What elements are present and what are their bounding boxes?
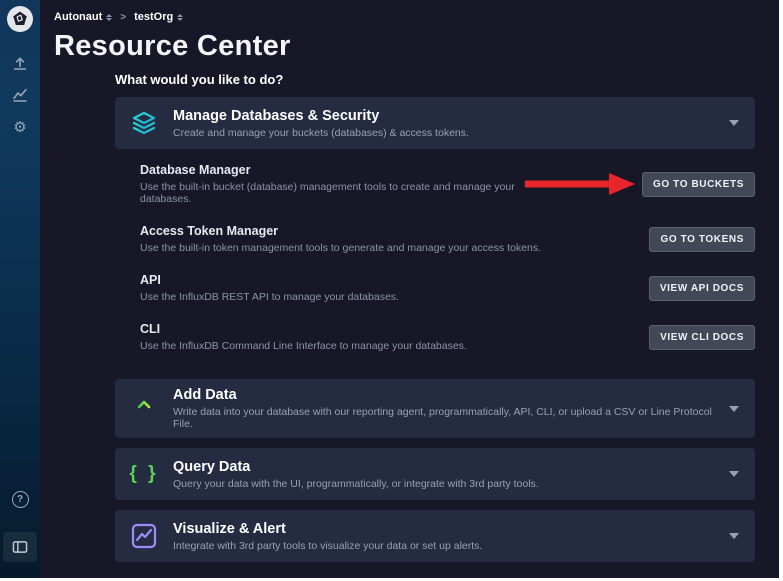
help-icon[interactable]: ?: [0, 486, 40, 512]
panel-titles: Query Data Query your data with the UI, …: [173, 459, 717, 490]
resource-item-title: CLI: [140, 322, 649, 336]
resource-item-texts: Database Manager Use the built-in bucket…: [140, 163, 523, 205]
chevron-down-icon[interactable]: [729, 406, 739, 412]
panel-title: Manage Databases & Security: [173, 108, 717, 124]
panel-title: Query Data: [173, 459, 717, 475]
breadcrumb-separator: >: [120, 12, 126, 23]
panel-add-data: Add Data Write data into your database w…: [115, 379, 755, 438]
panel-query-data: { } Query Data Query your data with the …: [115, 448, 755, 500]
sidebar: ⚙ ?: [0, 0, 40, 578]
panel-titles: Manage Databases & Security Create and m…: [173, 108, 717, 139]
chevron-down-icon[interactable]: [729, 120, 739, 126]
breadcrumb-org-label: Autonaut: [54, 11, 102, 23]
panel-titles: Visualize & Alert Integrate with 3rd par…: [173, 521, 717, 552]
panel-header-manage-databases-security[interactable]: Manage Databases & Security Create and m…: [115, 97, 755, 149]
panel-header-add-data[interactable]: Add Data Write data into your database w…: [115, 379, 755, 438]
resource-item-description: Use the InfluxDB Command Line Interface …: [140, 340, 649, 352]
upload-icon[interactable]: [0, 50, 40, 76]
panel-visualize-alert: Visualize & Alert Integrate with 3rd par…: [115, 510, 755, 562]
resource-item-title: Access Token Manager: [140, 224, 649, 238]
panel-description: Write data into your database with our r…: [173, 406, 717, 430]
upload-icon: [115, 397, 173, 421]
panel-title: Visualize & Alert: [173, 521, 717, 537]
resource-item-description: Use the built-in token management tools …: [140, 242, 649, 254]
view-api-docs-button[interactable]: VIEW API DOCS: [649, 276, 755, 301]
breadcrumb-org[interactable]: Autonaut: [54, 11, 112, 23]
resource-item-database-manager: Database Manager Use the built-in bucket…: [140, 157, 755, 211]
resource-item-access-token-manager: Access Token Manager Use the built-in to…: [140, 218, 755, 260]
line-chart-icon: [115, 523, 173, 549]
resource-item-texts: Access Token Manager Use the built-in to…: [140, 224, 649, 254]
resource-item-api: API Use the InfluxDB REST API to manage …: [140, 267, 755, 309]
breadcrumb-workspace-label: testOrg: [134, 11, 173, 23]
resource-item-title: Database Manager: [140, 163, 523, 177]
breadcrumb-workspace[interactable]: testOrg: [134, 11, 183, 23]
panel-titles: Add Data Write data into your database w…: [173, 387, 717, 430]
page-title: Resource Center: [54, 30, 769, 63]
sort-carets-icon: [106, 14, 112, 21]
resource-item-description: Use the InfluxDB REST API to manage your…: [140, 291, 649, 303]
breadcrumb: Autonaut > testOrg: [54, 9, 769, 25]
sidebar-bottom: ?: [0, 486, 40, 568]
view-cli-docs-button[interactable]: VIEW CLI DOCS: [649, 325, 755, 350]
curly-braces-icon: { }: [115, 463, 173, 485]
resource-item-texts: CLI Use the InfluxDB Command Line Interf…: [140, 322, 649, 352]
panel-description: Create and manage your buckets (database…: [173, 127, 717, 139]
red-arrow-annotation: [523, 172, 635, 196]
panel-header-visualize-alert[interactable]: Visualize & Alert Integrate with 3rd par…: [115, 510, 755, 562]
go-to-tokens-button[interactable]: GO TO TOKENS: [649, 227, 755, 252]
buckets-layers-icon: [115, 110, 173, 136]
panel-title: Add Data: [173, 387, 717, 403]
chevron-down-icon[interactable]: [729, 471, 739, 477]
chevron-down-icon[interactable]: [729, 533, 739, 539]
settings-icon[interactable]: ⚙: [0, 114, 40, 140]
panel-description: Integrate with 3rd party tools to visual…: [173, 540, 717, 552]
influxdb-logo[interactable]: [7, 6, 33, 32]
panel-toggle-icon[interactable]: [3, 532, 37, 562]
go-to-buckets-button[interactable]: GO TO BUCKETS: [642, 172, 755, 197]
question-mark-icon: ?: [12, 491, 29, 508]
resource-item-cli: CLI Use the InfluxDB Command Line Interf…: [140, 316, 755, 358]
panel-header-query-data[interactable]: { } Query Data Query your data with the …: [115, 448, 755, 500]
resource-center-content: What would you like to do?: [115, 72, 755, 562]
resource-item-description: Use the built-in bucket (database) manag…: [140, 181, 523, 205]
panel-manage-databases-security: Manage Databases & Security Create and m…: [115, 97, 755, 369]
panel-description: Query your data with the UI, programmati…: [173, 478, 717, 490]
content-subtitle: What would you like to do?: [115, 72, 755, 87]
influxdb-app: ⚙ ? Autonaut >: [0, 0, 779, 578]
main-content: Autonaut > testOrg Resource Center What …: [40, 0, 779, 578]
panel-body-manage-databases-security: Database Manager Use the built-in bucket…: [115, 149, 755, 369]
graphs-icon[interactable]: [0, 82, 40, 108]
sort-carets-icon: [177, 14, 183, 21]
resource-item-title: API: [140, 273, 649, 287]
screenshot-frame: ⚙ ? Autonaut >: [0, 0, 783, 581]
resource-item-texts: API Use the InfluxDB REST API to manage …: [140, 273, 649, 303]
